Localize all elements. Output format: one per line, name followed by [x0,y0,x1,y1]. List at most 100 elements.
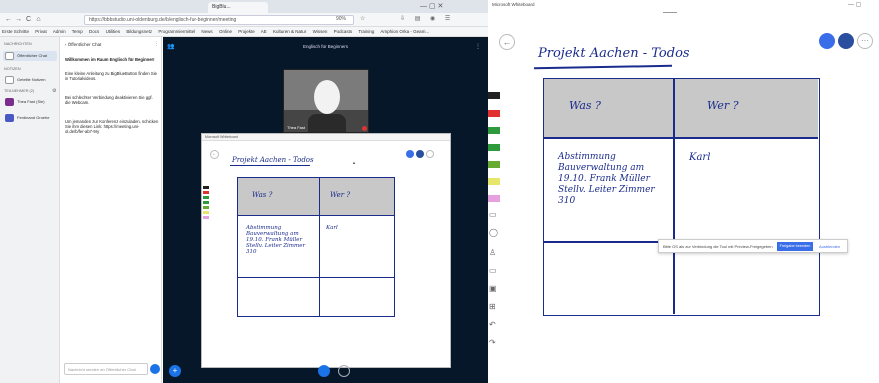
sidebar-item-label: Öffentlicher Chat [17,53,47,58]
bookmark-item[interactable]: Online [219,29,232,34]
avatar [5,114,14,122]
avatar[interactable] [416,150,424,158]
toolbar-icons[interactable]: ⇩ ▤ ◉ ☰ [400,15,454,22]
user-icon[interactable]: ♙ [489,248,496,257]
more-options-icon[interactable]: ··· [857,33,873,49]
gear-icon[interactable]: ⚙ [52,88,56,94]
bookmark-star-icon[interactable]: ☆ [360,15,365,22]
bookmark-item[interactable]: Wissen [313,29,328,34]
screenshare-button[interactable] [338,365,350,377]
chat-title[interactable]: ‹ Öffentlicher Chat [65,42,101,47]
user-name: Ferdinand Groehe [17,115,50,120]
hide-link[interactable]: Ausblenden [819,244,840,249]
bookmark-item[interactable]: Utilities [106,29,121,34]
send-button[interactable] [150,364,160,374]
insert-icon[interactable]: ⊞ [489,302,496,311]
more-options-icon[interactable] [426,150,434,158]
header-wer: Wer ? [707,99,739,112]
red-pen-icon[interactable] [488,110,500,117]
notes-header: Notizen [4,67,21,71]
mini-header-wer: Wer ? [330,191,351,199]
back-button[interactable]: ← [210,150,219,159]
user-list-item[interactable]: Thea Fast (Sie) [3,97,57,107]
mini-todo-table[interactable]: Was ? Wer ? Abstimmung Bauverwaltung am … [237,177,395,317]
mini-cell-wer: Karl [326,225,338,231]
window-title: Microsoft Whiteboard [492,2,535,7]
browser-navbar: ← → C ⌂ https://bbbstudio.uni-oldenburg.… [0,13,488,27]
whiteboard-window: Microsoft Whiteboard — ▢ ← ··· Projekt A… [488,0,879,383]
mini-header-was: Was ? [252,191,273,199]
back-button[interactable]: ← [499,34,515,50]
sidebar-item-shared-notes[interactable]: Geteilte Notizen [3,75,57,85]
person-shirt [308,114,346,132]
sidebar-item-label: Geteilte Notizen [17,77,46,82]
bookmark-item[interactable]: Privat [35,29,47,34]
reload-button[interactable]: C [24,15,33,24]
more-options-icon[interactable]: ⋮ [475,43,481,50]
actions-button[interactable]: + [169,365,181,377]
green-pen-icon[interactable] [488,144,500,151]
account-icon[interactable] [406,150,414,158]
bookmark-item[interactable]: Podcasts [334,29,353,34]
redo-icon[interactable]: ↷ [489,338,496,347]
avatar[interactable] [838,33,854,49]
mini-pen-toolbar[interactable] [203,184,210,334]
mini-table-divider [319,178,320,316]
bookmark-item[interactable]: Kulturen & Natur [273,29,306,34]
bookmark-item[interactable]: News [201,29,212,34]
pen-toolbar[interactable]: ▭ ◯ ♙ ▭ ▣ ⊞ ↶ ↷ [488,92,502,347]
user-name: Thea Fast (Sie) [17,99,45,104]
account-icon[interactable] [819,33,835,49]
share-notification-text: Bitte OS als zur Verbindung die Tool mit… [663,244,773,249]
forward-button[interactable]: → [14,15,23,24]
bookmark-item[interactable]: Projekte [238,29,255,34]
more-options-icon[interactable]: ⋮ [154,41,159,47]
mic-button[interactable] [318,365,330,377]
drag-handle[interactable] [663,12,677,13]
bookmark-item[interactable]: Temp [72,29,83,34]
ruler-icon[interactable]: ▭ [489,210,497,219]
home-icon[interactable]: ⌂ [34,15,43,24]
shared-whiteboard-window[interactable]: Microsoft Whiteboard ← Projekt Aachen - … [201,133,451,368]
bookmark-item[interactable]: Docs [89,29,99,34]
undo-icon[interactable]: ↶ [489,320,496,329]
bookmark-item[interactable]: Admin [53,29,66,34]
cell-was: Abstimmung Bauverwaltung am 19.10. Frank… [558,152,655,206]
stop-sharing-button[interactable]: Freigabe beenden [777,242,813,251]
user-list-item[interactable]: Ferdinand Groehe [3,113,57,123]
bookmark-item[interactable]: Programmiermittel [158,29,195,34]
webcam-video[interactable]: Thea Fast [283,69,369,133]
image-icon[interactable]: ▣ [489,284,497,293]
eraser-icon[interactable] [488,195,500,202]
meeting-area: 👥 Englisch für Beginners ⋮ Thea Fast Mic… [163,37,488,383]
board-title: Projekt Aachen - Todos [232,156,314,164]
tab-bigbluebutton[interactable]: BigBlu... [208,2,268,13]
bookmark-item[interactable]: AE [261,29,267,34]
board-title: Projekt Aachen - Todos [538,46,690,61]
chat-input[interactable]: Nachricht senden an Öffentlicher Chat [64,363,148,375]
chat-icon [5,52,14,60]
bookmark-item[interactable]: Erste Schritte [2,29,29,34]
zoom-level[interactable]: 90% [336,16,346,22]
title-underline [533,64,673,69]
bookmarks-bar: Erste Schritte Privat Admin Temp Docs Ut… [0,27,488,37]
bookmark-item[interactable]: Amphion Orka - Geam... [380,29,429,34]
bookmark-item[interactable]: Training [358,29,374,34]
todo-table[interactable]: Was ? Wer ? Abstimmung Bauverwaltung am … [543,78,820,316]
messages-header: Nachrichten [4,42,32,46]
green-pen-icon[interactable] [488,127,500,134]
bookmark-item[interactable]: Bildungsnetz [126,29,152,34]
highlighter-icon[interactable] [488,178,500,185]
sidebar-item-public-chat[interactable]: Öffentlicher Chat [3,51,57,61]
invite-message: Um jemanden zur Konferenz einzuladen, sc… [65,119,159,134]
room-title: Englisch für Beginners [302,44,349,49]
note-icon[interactable]: ▭ [489,266,497,275]
url-input[interactable]: https://bbbstudio.uni-oldenburg.de/b/eng… [84,15,354,25]
window-controls[interactable]: — ▢ ✕ [420,2,443,10]
table-divider [544,137,818,139]
back-button[interactable]: ← [4,15,13,24]
black-pen-icon[interactable] [488,92,500,99]
window-controls[interactable]: — ▢ [848,1,861,8]
lasso-icon[interactable]: ◯ [489,228,498,237]
olive-pen-icon[interactable] [488,161,500,168]
